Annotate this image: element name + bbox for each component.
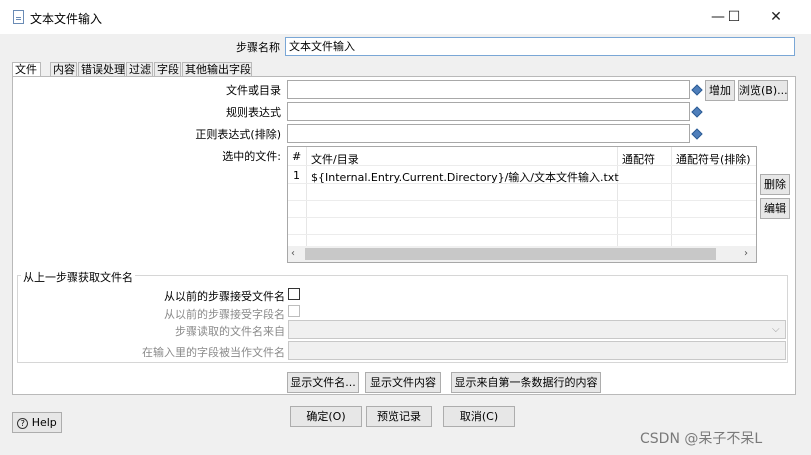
browse-button[interactable]: 浏览(B)... [738,80,788,101]
tab-filter[interactable]: 过滤 [126,62,153,77]
watermark: CSDN @呆子不呆L [640,431,763,447]
tab-other-output-fields[interactable]: 其他输出字段 [182,62,252,77]
selected-files-label: 选中的文件: [222,150,281,163]
ok-button[interactable]: 确定(O) [290,406,362,427]
accept-fieldname-label: 从以前的步骤接受字段名 [164,308,285,321]
title-bar [0,0,811,34]
regex-label: 规则表达式 [226,106,281,119]
tab-fields[interactable]: 字段 [154,62,181,77]
close-button[interactable]: ✕ [753,2,799,32]
column-header-wildcard-exclude[interactable]: 通配符号(排除) [676,151,751,167]
maximize-button[interactable]: ☐ [711,2,757,32]
document-icon [13,10,24,24]
accept-fieldname-checkbox[interactable] [288,305,300,317]
delete-button[interactable]: 删除 [760,174,790,195]
edit-button[interactable]: 编辑 [760,198,790,219]
help-label: Help [31,416,57,429]
step-read-from-label: 步骤读取的文件名来自 [175,325,285,338]
accept-filenames-checkbox[interactable] [288,288,300,300]
help-icon: ? [17,417,29,429]
show-filenames-button[interactable]: 显示文件名... [287,372,359,393]
add-button[interactable]: 增加 [705,80,735,101]
column-header-path[interactable]: 文件/目录 [311,151,359,167]
table-row-path[interactable]: ${Internal.Entry.Current.Directory}/输入/文… [311,169,619,185]
column-separator [617,147,618,246]
file-or-dir-label: 文件或目录 [226,84,281,97]
tab-error-handling[interactable]: 错误处理 [78,62,125,77]
row-separator [288,217,756,218]
show-first-row-button[interactable]: 显示来自第一条数据行的内容 [451,372,601,393]
step-read-from-select[interactable] [288,320,786,339]
preview-button[interactable]: 预览记录 [366,406,432,427]
field-as-filename-input[interactable] [288,341,786,360]
step-name-label: 步骤名称 [236,41,280,54]
row-separator [288,200,756,201]
column-separator [671,147,672,246]
column-header-wildcard[interactable]: 通配符 [622,151,655,167]
regex-exclude-input[interactable] [287,124,690,143]
regex-input[interactable] [287,102,690,121]
field-as-filename-label: 在输入里的字段被当作文件名 [142,346,285,359]
chevron-down-icon: ⌵ [772,324,780,335]
step-name-input[interactable]: 文本文件输入 [285,37,795,56]
column-separator [306,147,307,246]
row-separator [288,234,756,235]
scroll-right-icon[interactable]: › [744,248,748,259]
cancel-button[interactable]: 取消(C) [443,406,515,427]
column-header-num[interactable]: # [292,150,301,163]
window-title: 文本文件输入 [30,12,103,26]
table-row-num: 1 [293,169,300,182]
file-or-dir-input[interactable] [287,80,690,99]
regex-exclude-label: 正则表达式(排除) [195,128,281,141]
group-title: 从上一步骤获取文件名 [21,269,135,285]
tab-content[interactable]: 内容 [50,62,77,77]
scroll-left-icon[interactable]: ‹ [291,248,295,259]
scroll-thumb[interactable] [305,248,716,260]
accept-filenames-label: 从以前的步骤接受文件名 [164,290,285,303]
help-button[interactable]: ? Help [12,412,62,433]
show-file-content-button[interactable]: 显示文件内容 [365,372,441,393]
